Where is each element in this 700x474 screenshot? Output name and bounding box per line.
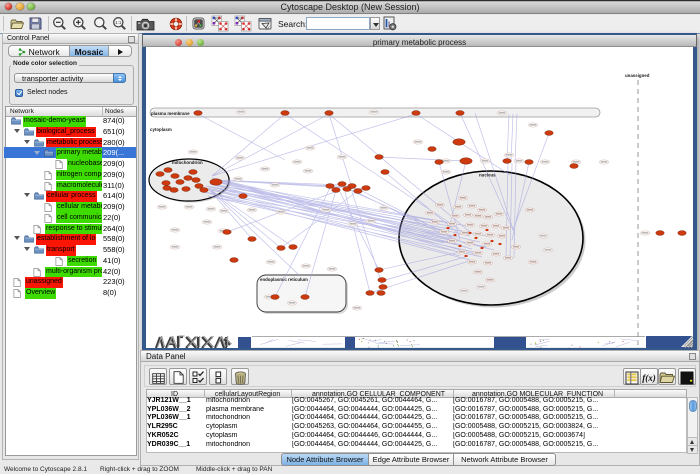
svg-text:1:1: 1:1 [115,20,122,25]
svg-text:unassigned: unassigned [625,73,650,78]
svg-text:plasma membrane: plasma membrane [151,111,190,116]
svg-text:cytoplasm: cytoplasm [150,127,172,132]
svg-text:mitochondrion: mitochondrion [172,160,203,165]
svg-text:f(x): f(x) [642,373,656,383]
